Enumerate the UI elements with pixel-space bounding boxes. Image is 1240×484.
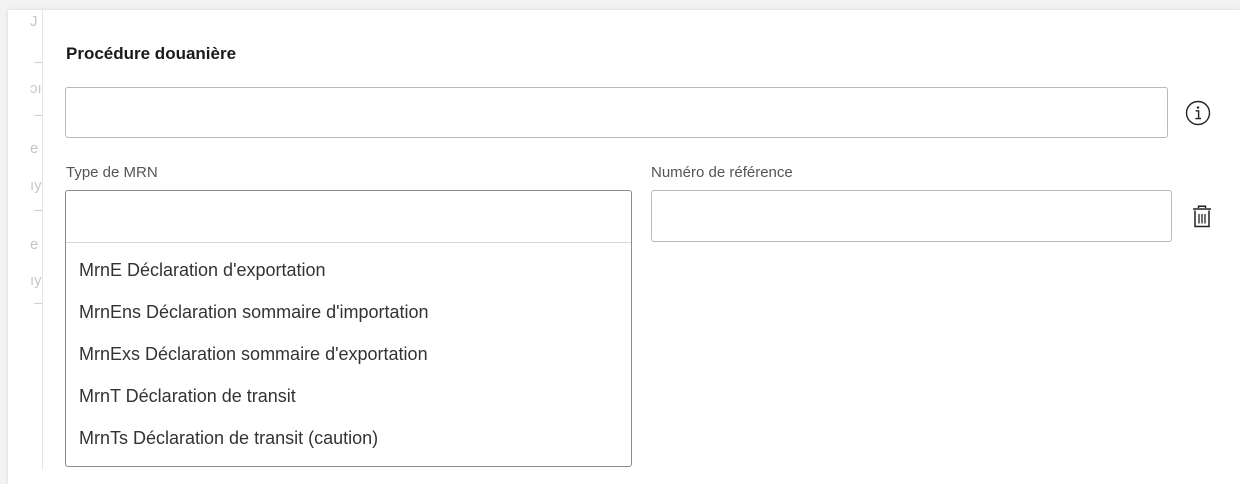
- dropdown-option-mrne[interactable]: MrnE Déclaration d'exportation: [66, 249, 631, 291]
- background-fragment: ɔı: [30, 80, 42, 97]
- reference-number-input[interactable]: [651, 190, 1172, 242]
- dropdown-option-mrnens[interactable]: MrnEns Déclaration sommaire d'importatio…: [66, 291, 631, 333]
- page: J ɔı e ıy e ıy Procédure douanière Type …: [0, 0, 1240, 484]
- background-list-strip: J ɔı e ıy e ıy: [8, 10, 43, 470]
- background-divider: [34, 303, 42, 304]
- mrn-type-combobox[interactable]: MrnE Déclaration d'exportation MrnEns Dé…: [65, 190, 632, 467]
- mrn-type-input[interactable]: [66, 191, 631, 243]
- background-divider: [34, 210, 42, 211]
- background-fragment: ıy: [30, 177, 42, 194]
- reference-number-label: Numéro de référence: [651, 164, 793, 181]
- dropdown-option-mrnexs[interactable]: MrnExs Déclaration sommaire d'exportatio…: [66, 333, 631, 375]
- background-divider: [34, 62, 42, 63]
- section-title: Procédure douanière: [66, 44, 237, 63]
- dropdown-option-mrnt[interactable]: MrnT Déclaration de transit: [66, 375, 631, 417]
- background-fragment: J: [30, 13, 38, 30]
- background-fragment: ıy: [30, 272, 42, 289]
- procedure-input[interactable]: [65, 87, 1168, 138]
- dropdown-option-mrnts[interactable]: MrnTs Déclaration de transit (caution): [66, 417, 631, 459]
- trash-icon[interactable]: [1191, 205, 1213, 229]
- background-fragment: e: [30, 140, 39, 157]
- mrn-type-dropdown-list: MrnE Déclaration d'exportation MrnEns Dé…: [66, 249, 631, 459]
- mrn-type-label: Type de MRN: [66, 164, 158, 181]
- background-divider: [34, 115, 42, 116]
- info-circle-icon[interactable]: [1185, 100, 1211, 126]
- background-fragment: e: [30, 236, 39, 253]
